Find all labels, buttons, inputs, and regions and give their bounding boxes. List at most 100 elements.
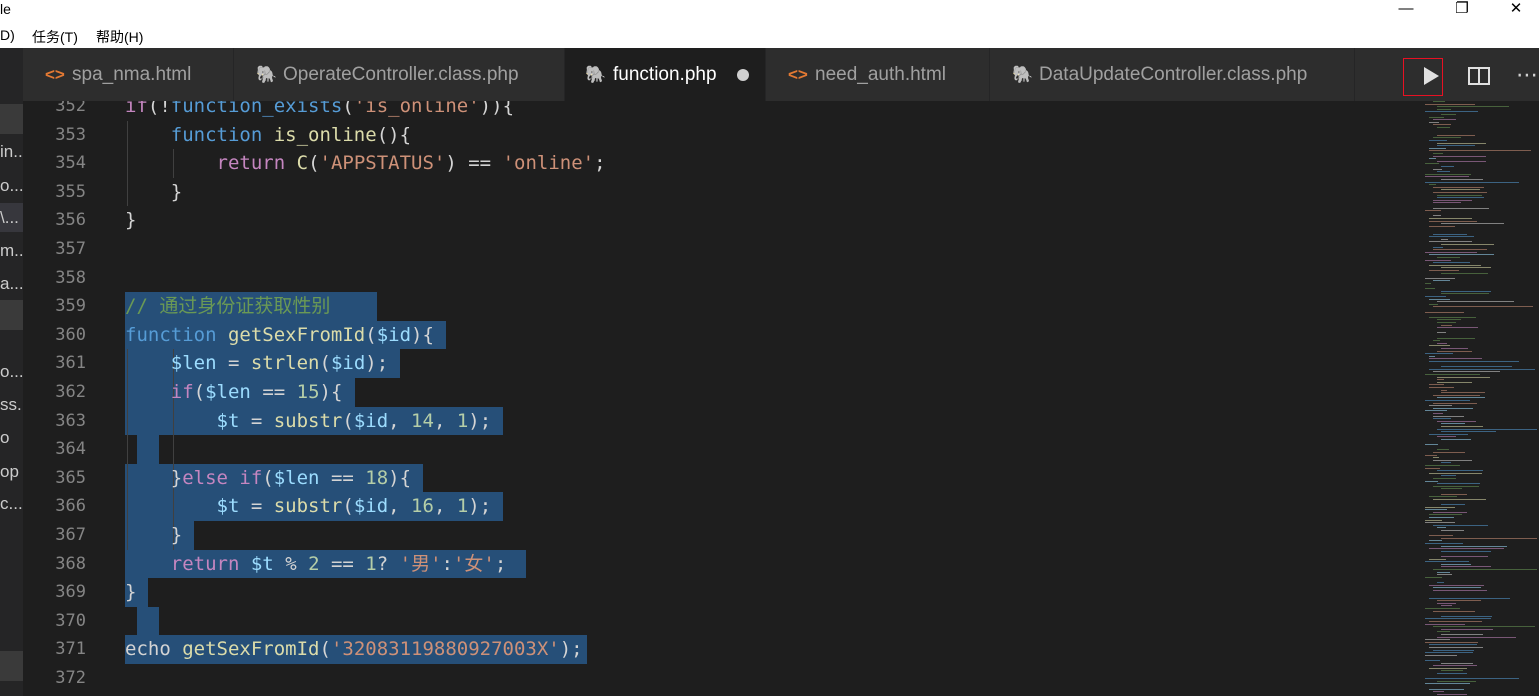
code-line[interactable]: if($len == 15){ [125, 378, 343, 407]
selection-highlight [137, 606, 159, 636]
sidebar-item-selected[interactable]: \... [0, 203, 23, 232]
split-editor-button[interactable] [1459, 48, 1499, 101]
menu-help[interactable]: 帮助(H) [96, 27, 143, 47]
close-button[interactable]: ✕ [1493, 0, 1539, 24]
minimap-line [1429, 517, 1454, 518]
sidebar-item[interactable]: ss... [0, 390, 23, 419]
minimap-line [1425, 181, 1520, 183]
code-line[interactable]: $t = substr($id, 14, 1); [125, 407, 492, 436]
minimap-line [1441, 662, 1474, 664]
minimap-line [1425, 163, 1440, 165]
more-actions-button[interactable]: ⋯ [1507, 48, 1539, 101]
tab-operate-controller[interactable]: 🐘 OperateController.class.php [234, 48, 565, 101]
code-token: 16 [411, 495, 434, 518]
tab-function-php[interactable]: 🐘 function.php [565, 48, 766, 101]
tab-label: OperateController.class.php [283, 64, 519, 85]
code-token: ( [342, 495, 354, 518]
sidebar-section-header[interactable] [0, 651, 23, 681]
tab-spa-nma-html[interactable]: <> spa_nma.html [23, 48, 234, 101]
minimap-line [1433, 691, 1445, 693]
code-token: ); [365, 352, 389, 375]
sidebar-item[interactable]: in... [0, 137, 23, 166]
line-number: 371 [55, 639, 86, 660]
sidebar-section-header[interactable] [0, 104, 23, 134]
sidebar-item[interactable]: m... [0, 236, 23, 265]
sidebar-item[interactable]: a... [0, 269, 23, 298]
minimap-line [1425, 444, 1438, 446]
minimap-line [1429, 667, 1468, 669]
code-line[interactable]: } [125, 578, 136, 607]
minimap-line [1437, 673, 1467, 674]
minimap-line [1425, 623, 1465, 625]
code-token: 'APPSTATUS' [319, 152, 446, 175]
minimap-line [1429, 241, 1472, 243]
tab-need-auth-html[interactable]: <> need_auth.html [766, 48, 990, 101]
minimap-line [1441, 545, 1508, 547]
minimap-line [1437, 379, 1445, 381]
code-token: , [388, 495, 412, 518]
minimap-line [1441, 366, 1513, 368]
code-token: $t [216, 409, 240, 432]
restore-button[interactable]: ❐ [1439, 0, 1485, 24]
minimap-line [1441, 179, 1483, 180]
code-line[interactable]: } [125, 178, 182, 207]
run-button-highlight [1403, 58, 1443, 96]
minimap-line [1433, 459, 1472, 461]
minimize-button[interactable]: — [1383, 0, 1429, 24]
minimap[interactable] [1423, 101, 1539, 696]
minimap-line [1437, 571, 1451, 573]
minimap-line [1437, 636, 1517, 638]
minimap-line [1433, 498, 1487, 500]
sidebar-item[interactable]: op [0, 457, 23, 486]
code-token: 18 [365, 466, 389, 489]
minimap-line [1441, 293, 1490, 295]
menu-debug[interactable]: D) [0, 27, 15, 43]
minimap-line [1425, 176, 1469, 178]
minimap-line [1441, 462, 1452, 464]
code-line[interactable]: function is_online(){ [125, 121, 411, 150]
sidebar-section-header[interactable] [0, 300, 23, 330]
code-token: )) [479, 101, 503, 117]
minimap-line [1437, 376, 1491, 378]
code-line[interactable]: return $t % 2 == 1? '男':'女'; [125, 550, 507, 579]
code-line[interactable]: } [125, 206, 136, 235]
minimap-line [1425, 509, 1447, 511]
code-line[interactable]: }else if($len == 18){ [125, 464, 411, 493]
minimap-line [1425, 522, 1455, 524]
code-line[interactable]: if(!function_exists('is_online')){ [125, 101, 514, 121]
code-line[interactable]: echo getSexFromId('32083119880927003X'); [125, 635, 583, 664]
minimap-line [1425, 639, 1451, 641]
unsaved-dot-icon[interactable] [737, 69, 749, 81]
code-token: C [296, 152, 309, 175]
minimap-line [1437, 449, 1449, 451]
minimap-line [1441, 537, 1537, 539]
code-token: (){ [376, 123, 412, 146]
code-line[interactable]: function getSexFromId($id){ [125, 321, 434, 350]
sidebar-item[interactable]: o [0, 423, 23, 452]
minimap-line [1429, 535, 1453, 537]
minimap-line [1437, 350, 1472, 352]
code-editor[interactable]: 352 353 354 355 356 357 358 359 360 361 362 363 364 3… [23, 101, 1423, 696]
minimap-line [1437, 142, 1486, 144]
sidebar-item[interactable]: o... [0, 171, 23, 200]
tab-data-update-controller[interactable]: 🐘 DataUpdateController.class.php [990, 48, 1355, 101]
line-number: 372 [55, 668, 86, 688]
sidebar-item[interactable]: c... [0, 489, 23, 518]
menu-tasks[interactable]: 任务(T) [32, 27, 78, 47]
minimap-line [1425, 259, 1451, 261]
code-token: ( [342, 101, 354, 117]
code-line[interactable]: $t = substr($id, 16, 1); [125, 492, 492, 521]
code-line[interactable]: } [125, 521, 182, 550]
sidebar-item[interactable]: o... [0, 357, 23, 386]
code-line[interactable]: // 通过身份证获取性别 [125, 292, 330, 321]
minimap-line [1425, 410, 1448, 412]
code-line[interactable]: return C('APPSTATUS') == 'online'; [125, 149, 606, 178]
minimap-line [1425, 641, 1478, 643]
code-line[interactable]: $len = strlen($id); [125, 349, 388, 378]
line-number: 352 [55, 101, 86, 116]
line-number: 363 [55, 410, 86, 431]
minimap-line [1437, 257, 1460, 258]
minimap-line [1429, 316, 1476, 318]
minimap-line [1425, 683, 1471, 685]
